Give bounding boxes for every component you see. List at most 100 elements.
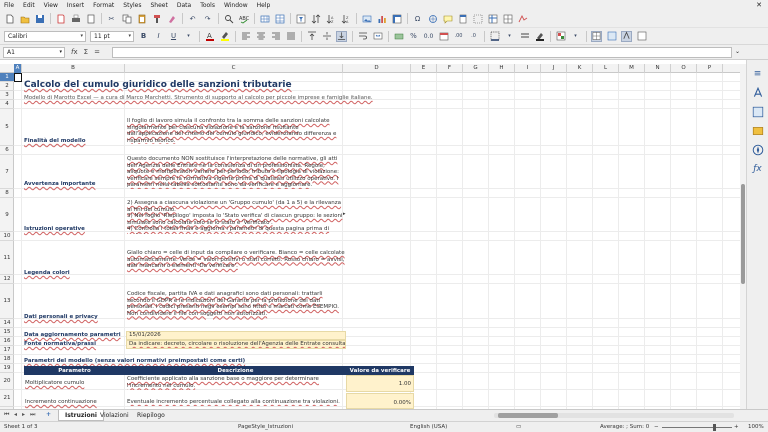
navigator-icon[interactable] <box>752 144 764 156</box>
column-header-j[interactable]: J <box>541 64 567 73</box>
row-header-14[interactable]: 14 <box>0 319 14 328</box>
conditional-dropdown-icon[interactable]: ▾ <box>570 31 581 42</box>
align-bottom-icon[interactable] <box>336 30 347 42</box>
row-header-11[interactable]: 11 <box>0 241 14 275</box>
menu-file[interactable]: File <box>4 2 14 9</box>
horizontal-scroll-thumb[interactable] <box>498 413 558 418</box>
previous-sheet-icon[interactable]: ◂ <box>14 411 17 418</box>
row-header-16[interactable]: 16 <box>0 337 14 346</box>
column-icon[interactable] <box>274 13 285 24</box>
hyperlink-icon[interactable] <box>427 13 438 24</box>
font-color-icon[interactable]: A <box>204 31 215 42</box>
spelling-icon[interactable]: ABC <box>238 13 249 24</box>
column-header-p[interactable]: P <box>697 64 723 73</box>
comment-icon[interactable] <box>442 13 453 24</box>
column-header-b[interactable]: B <box>22 64 125 73</box>
sum-icon[interactable]: Σ <box>84 48 88 56</box>
column-header-n[interactable]: N <box>645 64 671 73</box>
functions-icon[interactable]: ƒx <box>752 163 764 175</box>
row-header-12[interactable]: 12 <box>0 275 14 284</box>
menu-data[interactable]: Data <box>177 2 191 9</box>
define-print-area-icon[interactable] <box>472 13 483 24</box>
row-header-2[interactable]: 2 <box>0 82 14 91</box>
menu-edit[interactable]: Edit <box>23 2 35 9</box>
copy-icon[interactable] <box>121 13 132 24</box>
align-top-icon[interactable] <box>306 31 317 42</box>
insert-pivot-table-icon[interactable] <box>391 13 402 24</box>
selected-cell-a1[interactable] <box>14 73 22 82</box>
row-header-8[interactable]: 8 <box>0 189 14 198</box>
row-header-6[interactable]: 6 <box>0 146 14 155</box>
formula-input[interactable] <box>112 47 732 58</box>
clear-formatting-icon[interactable] <box>166 13 177 24</box>
underline-icon[interactable]: U <box>168 31 179 42</box>
first-sheet-icon[interactable]: ⏮ <box>4 411 9 419</box>
border-style-icon[interactable] <box>519 31 530 42</box>
function-wizard-icon[interactable]: fx <box>71 48 78 56</box>
column-header-f[interactable]: F <box>437 64 463 73</box>
column-header-e[interactable]: E <box>411 64 437 73</box>
row-header-3[interactable]: 3 <box>0 91 14 100</box>
row-header-19[interactable]: 19 <box>0 364 14 373</box>
toggle-autofilter-icon[interactable] <box>295 13 306 24</box>
print-preview-icon[interactable] <box>85 13 96 24</box>
borders-dropdown-icon[interactable]: ▾ <box>504 31 515 42</box>
row-header-10[interactable]: 10 <box>0 232 14 241</box>
selection-mode-icon[interactable]: ▭ <box>516 424 521 430</box>
column-header-h[interactable]: H <box>489 64 515 73</box>
column-header-g[interactable]: G <box>463 64 489 73</box>
insert-image-icon[interactable] <box>361 13 372 24</box>
menu-sheet[interactable]: Sheet <box>151 2 168 9</box>
zoom-out-icon[interactable]: − <box>654 424 659 430</box>
formula-icon[interactable]: = <box>94 48 100 56</box>
styles-sidebar-icon[interactable] <box>752 106 764 118</box>
row-header-9[interactable]: 9 <box>0 198 14 232</box>
border-color-icon[interactable] <box>534 31 545 42</box>
menu-help[interactable]: Help <box>257 2 271 9</box>
page-style[interactable]: PageStyle_Istruzioni <box>238 424 293 430</box>
horizontal-scrollbar[interactable] <box>494 413 734 418</box>
input-data-aggiornamento[interactable]: 15/01/2026 <box>126 331 346 340</box>
row-header-15[interactable]: 15 <box>0 328 14 337</box>
column-header-k[interactable]: K <box>567 64 593 73</box>
column-header-d[interactable]: D <box>343 64 411 73</box>
paste-icon[interactable] <box>136 13 147 24</box>
borders-icon[interactable] <box>489 31 500 42</box>
sidebar-menu-icon[interactable]: ≡ <box>752 68 764 80</box>
show-draw-functions-icon[interactable] <box>517 13 528 24</box>
special-character-icon[interactable]: Ω <box>412 13 423 24</box>
vertical-scroll-thumb[interactable] <box>741 184 745 284</box>
column-header-c[interactable]: C <box>125 64 343 73</box>
font-name-box[interactable]: Calibri ▾ <box>4 30 86 42</box>
spreadsheet-grid[interactable]: ABCDEFGHIJKLMNOP 1 2 3 4 5 6 7 8 9 10 11 12 13 14 15 16… <box>0 64 740 409</box>
column-header-i[interactable]: I <box>515 64 541 73</box>
zoom-slider-handle[interactable] <box>713 424 716 431</box>
name-box[interactable]: A1 ▾ <box>3 46 65 58</box>
insert-chart-icon[interactable] <box>376 13 387 24</box>
language[interactable]: English (USA) <box>410 424 447 430</box>
merge-cells-icon[interactable] <box>372 31 383 42</box>
row-header-7[interactable]: 7 <box>0 155 14 189</box>
last-sheet-icon[interactable]: ⏭ <box>30 411 35 419</box>
date-format-icon[interactable] <box>438 31 449 42</box>
print-icon[interactable] <box>70 13 81 24</box>
add-decimal-icon[interactable]: .00 <box>453 31 464 42</box>
number-format-icon[interactable]: 0.0 <box>423 31 434 42</box>
insert-function-icon[interactable] <box>636 31 647 42</box>
gallery-icon[interactable] <box>752 125 764 137</box>
export-pdf-icon[interactable] <box>55 13 66 24</box>
row-header-1[interactable]: 1 <box>0 73 14 82</box>
next-sheet-icon[interactable]: ▸ <box>22 411 25 418</box>
zoom-slider[interactable] <box>662 427 732 428</box>
add-sheet-icon[interactable]: + <box>46 411 51 418</box>
row-header-18[interactable]: 18 <box>0 355 14 364</box>
properties-icon[interactable] <box>752 87 764 99</box>
delete-decimal-icon[interactable]: .0 <box>468 31 479 42</box>
italic-icon[interactable]: I <box>153 31 164 42</box>
font-size-box[interactable]: 11 pt ▾ <box>90 30 134 42</box>
undo-icon[interactable]: ↶ <box>187 13 198 24</box>
sort-ascending-icon[interactable]: AZ <box>325 13 336 24</box>
zoom-level[interactable]: 100% <box>748 424 764 430</box>
column-header-o[interactable]: O <box>671 64 697 73</box>
param-moltiplicatore-value[interactable]: 1.00 <box>346 375 414 392</box>
